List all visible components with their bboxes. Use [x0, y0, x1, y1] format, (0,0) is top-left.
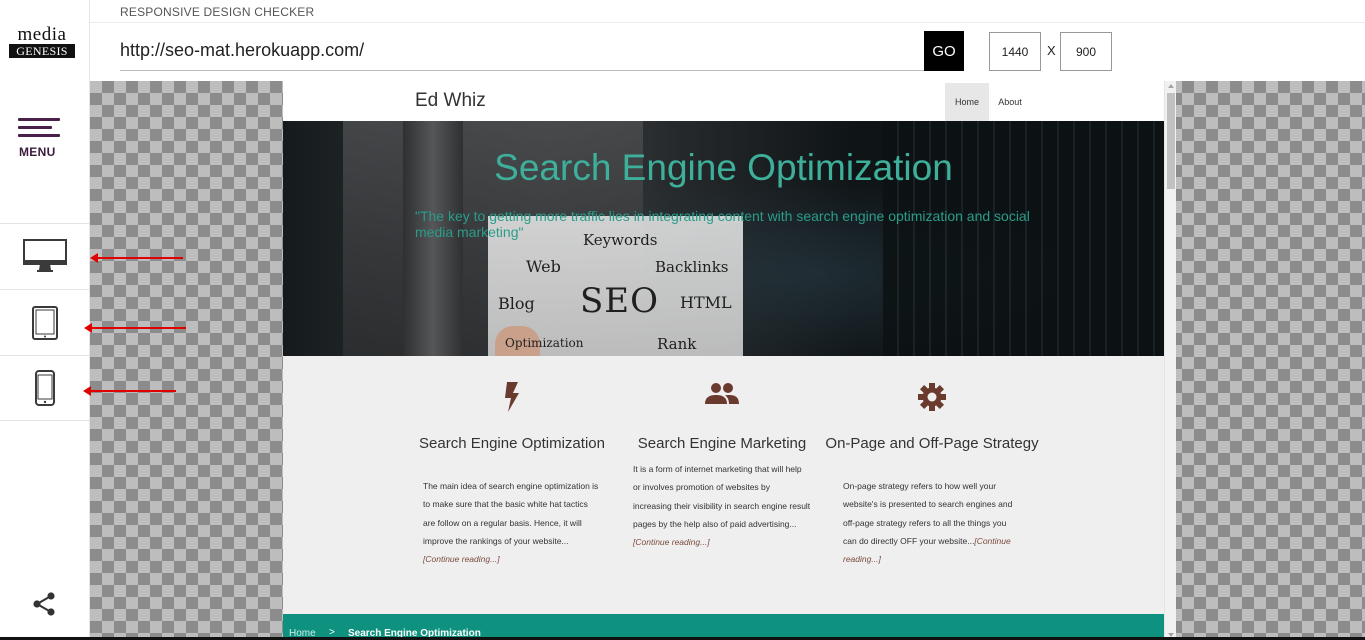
- hero-banner: Keywords Web Backlinks Blog SEO HTML Opt…: [283, 121, 1164, 356]
- hamburger-icon-bar: [18, 126, 52, 129]
- app-title: RESPONSIVE DESIGN CHECKER: [120, 5, 315, 19]
- share-icon[interactable]: [31, 590, 59, 618]
- preview-site: Ed Whiz Home About Keywords Web Backlink…: [283, 81, 1164, 640]
- hamburger-icon-bar: [18, 134, 60, 137]
- menu-label: MENU: [19, 145, 56, 159]
- logo-top-text: media: [17, 24, 67, 45]
- feature-body: It is a form of internet marketing that …: [633, 460, 811, 551]
- continue-reading-link[interactable]: [Continue reading...]: [633, 537, 710, 547]
- desktop-icon: [23, 238, 67, 272]
- sidebar: media GENESIS MENU: [0, 0, 90, 640]
- tablet-view-button[interactable]: [0, 289, 90, 355]
- wordcloud-html: HTML: [680, 293, 732, 312]
- feature-body: On-page strategy refers to how well your…: [843, 477, 1021, 568]
- wordcloud-backlinks: Backlinks: [655, 258, 729, 276]
- gear-icon: [918, 383, 946, 411]
- phone-view-button[interactable]: [0, 355, 90, 421]
- media-genesis-logo[interactable]: media GENESIS: [9, 24, 75, 58]
- url-input[interactable]: [120, 31, 924, 71]
- site-navbar: Ed Whiz Home About: [283, 81, 1164, 121]
- height-input[interactable]: [1060, 32, 1112, 71]
- go-button[interactable]: GO: [924, 31, 964, 71]
- top-bar: RESPONSIVE DESIGN CHECKER GO X: [90, 0, 1365, 81]
- scroll-up-arrow-icon[interactable]: [1168, 84, 1174, 88]
- site-brand[interactable]: Ed Whiz: [415, 90, 486, 112]
- feature-body-text: It is a form of internet marketing that …: [633, 464, 811, 529]
- feature-body-text: The main idea of search engine optimizat…: [423, 481, 599, 546]
- feature-icon-wrap: [843, 382, 1021, 416]
- divider: [90, 22, 1365, 23]
- feature-title: Search Engine Marketing: [637, 435, 807, 452]
- bolt-icon: [505, 382, 519, 412]
- desktop-view-button[interactable]: [0, 223, 90, 289]
- hero-title: Search Engine Optimization: [494, 147, 953, 188]
- dimension-separator: X: [1047, 43, 1056, 58]
- phone-icon: [35, 370, 55, 406]
- feature-icon-wrap: [423, 382, 601, 416]
- tablet-icon: [32, 305, 58, 340]
- wordcloud-optimization: Optimization: [505, 336, 584, 350]
- wordcloud-seo: SEO: [580, 281, 659, 321]
- scroll-thumb[interactable]: [1167, 93, 1175, 189]
- logo-bottom-text: GENESIS: [9, 44, 75, 58]
- hamburger-icon: [18, 118, 60, 121]
- app-root: media GENESIS MENU RESPONSIVE DESIGN CHE…: [0, 0, 1365, 640]
- hero-quote: "The key to getting more traffic lies in…: [415, 208, 1030, 240]
- feature-body: The main idea of search engine optimizat…: [423, 477, 601, 568]
- feature-title: On-Page and Off-Page Strategy: [825, 435, 1039, 452]
- annotation-arrow-icon: [83, 386, 176, 396]
- annotation-arrow-icon: [84, 323, 186, 333]
- wordcloud-rank: Rank: [657, 335, 697, 353]
- width-input[interactable]: [989, 32, 1041, 71]
- preview-frame[interactable]: Ed Whiz Home About Keywords Web Backlink…: [283, 81, 1176, 640]
- continue-reading-link[interactable]: [Continue reading...]: [423, 554, 500, 564]
- nav-home-link[interactable]: Home: [945, 83, 989, 121]
- people-icon: [705, 383, 739, 404]
- feature-icon-wrap: [633, 382, 811, 416]
- annotation-arrow-icon: [90, 253, 183, 263]
- preview-scrollbar[interactable]: [1164, 81, 1176, 640]
- nav-about-link[interactable]: About: [989, 83, 1031, 121]
- wordcloud-web: Web: [526, 257, 561, 276]
- wordcloud-blog: Blog: [498, 294, 535, 313]
- feature-title: Search Engine Optimization: [419, 435, 605, 452]
- menu-button[interactable]: MENU: [18, 118, 62, 166]
